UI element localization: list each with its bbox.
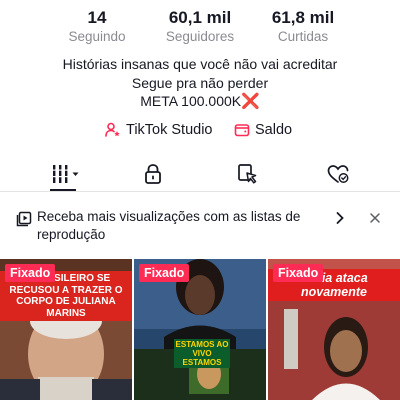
profile-stats: 14 Seguindo 60,1 mil Seguidores 61,8 mil… <box>0 8 400 48</box>
video-thumbnail[interactable]: Fixado ESTAMOS AO VIVO ESTAMOS <box>134 259 266 400</box>
tab-liked[interactable] <box>318 160 358 188</box>
wallet-icon <box>234 124 250 137</box>
profile-bio: Histórias insanas que você não vai acred… <box>0 55 400 112</box>
following-count: 14 <box>87 8 107 27</box>
likes-label: Curtidas <box>277 29 329 44</box>
active-tab-indicator <box>50 189 76 191</box>
following-stat[interactable]: 14 Seguindo <box>42 8 152 46</box>
video-caption: ESTAMOS AO VIVO ESTAMOS <box>174 339 230 368</box>
pinned-badge: Fixado <box>5 264 56 282</box>
tiktok-studio-link[interactable]: TikTok Studio <box>105 122 213 138</box>
video-thumbnail[interactable]: Fixado ância ataca novamente <box>268 259 400 400</box>
bio-line-3: META 100.000K❌ <box>0 92 400 112</box>
profile-tabs <box>0 156 400 192</box>
tab-private[interactable] <box>133 160 173 188</box>
chevron-right-icon[interactable] <box>334 210 346 226</box>
playlist-icon <box>16 211 32 227</box>
playlist-promo-banner[interactable]: Receba mais visualizações com as listas … <box>0 204 400 248</box>
followers-stat[interactable]: 60,1 mil Seguidores <box>145 8 255 46</box>
video-grid: Fixado O BRASILEIRO SE RECUSOU A TRAZER … <box>0 259 400 400</box>
likes-count: 61,8 mil <box>271 8 335 27</box>
tab-videos[interactable] <box>46 160 86 188</box>
pinned-badge: Fixado <box>273 264 324 282</box>
tag-icon <box>238 164 257 184</box>
cross-mark-icon: ❌ <box>241 93 260 110</box>
studio-person-star-icon <box>105 122 120 137</box>
profile-links: TikTok Studio Saldo <box>0 122 400 144</box>
close-icon[interactable] <box>368 211 382 225</box>
tab-tagged[interactable] <box>228 160 268 188</box>
banner-text: Receba mais visualizações com as listas … <box>37 209 301 242</box>
balance-link[interactable]: Saldo <box>234 122 292 138</box>
bio-line-2: Segue pra não perder <box>131 74 269 91</box>
lock-icon <box>145 164 161 184</box>
bio-goal-text: META 100.000K <box>140 93 242 109</box>
balance-label: Saldo <box>255 122 293 138</box>
pinned-badge: Fixado <box>139 264 190 282</box>
following-label: Seguindo <box>68 29 126 44</box>
likes-stat[interactable]: 61,8 mil Curtidas <box>248 8 358 46</box>
video-thumbnail[interactable]: Fixado O BRASILEIRO SE RECUSOU A TRAZER … <box>0 259 132 400</box>
grid-icon <box>52 165 79 183</box>
bio-line-1: Histórias insanas que você não vai acred… <box>62 56 338 72</box>
followers-count: 60,1 mil <box>168 8 232 27</box>
tiktok-studio-label: TikTok Studio <box>126 122 213 138</box>
followers-label: Seguidores <box>165 29 235 44</box>
liked-heart-icon <box>327 165 349 183</box>
